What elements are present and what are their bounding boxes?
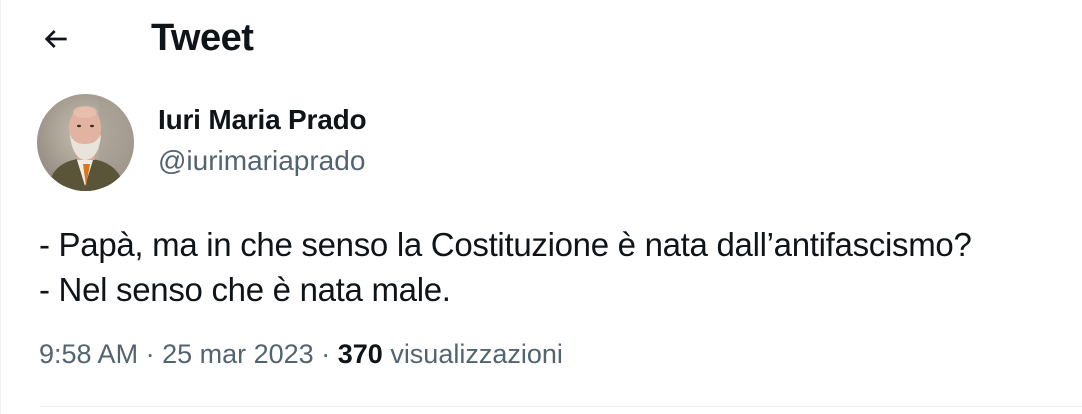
tweet-time[interactable]: 9:58 AM	[39, 339, 138, 369]
views-label: visualizzazioni	[390, 339, 563, 369]
tweet-line: - Papà, ma in che senso la Costituzione …	[39, 226, 972, 263]
page-title: Tweet	[151, 17, 254, 59]
tweet-line: - Nel senso che è nata male.	[39, 271, 451, 308]
author-handle[interactable]: @iurimariaprado	[158, 144, 366, 178]
tweet-text: - Papà, ma in che senso la Costituzione …	[39, 222, 1069, 312]
divider	[39, 406, 1082, 407]
avatar[interactable]	[37, 94, 134, 191]
tweet-page: Tweet Iuri Maria Prado @iurimariaprado -…	[0, 0, 1082, 414]
tweet-date[interactable]: 25 mar 2023	[162, 339, 314, 369]
author-display-name[interactable]: Iuri Maria Prado	[158, 102, 367, 138]
arrow-left-icon	[44, 30, 67, 48]
tweet-meta: 9:58 AM · 25 mar 2023 · 370 visualizzazi…	[39, 334, 563, 374]
author-info: Iuri Maria Prado @iurimariaprado	[158, 94, 367, 178]
meta-separator: ·	[145, 339, 155, 369]
header: Tweet	[1, 0, 1082, 76]
author-row: Iuri Maria Prado @iurimariaprado	[37, 94, 367, 194]
back-button[interactable]	[33, 16, 79, 62]
profile-photo	[37, 94, 134, 191]
views-count: 370	[337, 339, 383, 369]
meta-separator: ·	[321, 339, 331, 369]
